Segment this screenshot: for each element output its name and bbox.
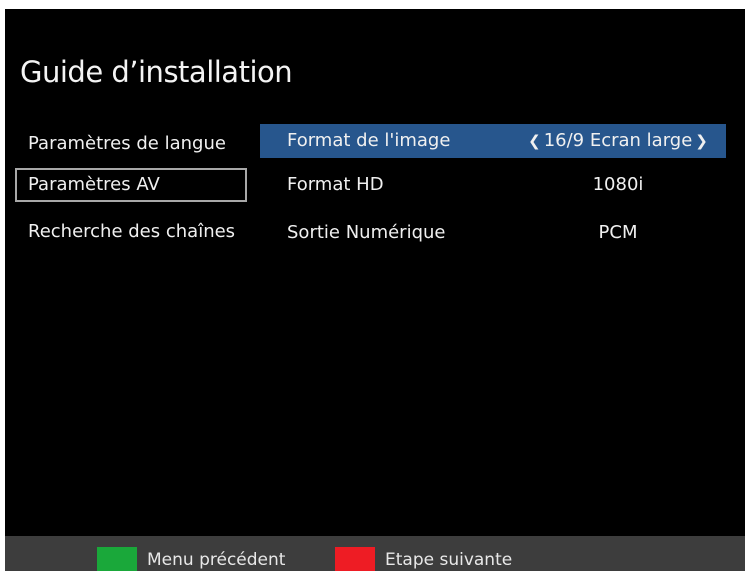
menu-item-language-settings[interactable]: Paramètres de langue: [15, 128, 247, 162]
previous-menu-hint[interactable]: Menu précédent: [147, 549, 285, 571]
next-step-hint[interactable]: Etape suivante: [385, 549, 512, 571]
setting-value-selector[interactable]: ❮ 16/9 Ecran large ❯: [510, 124, 726, 158]
tv-screen: Guide d’installation Paramètres de langu…: [5, 9, 745, 571]
red-key-icon: [335, 547, 375, 571]
setting-row-hd-format[interactable]: Format HD 1080i: [260, 168, 726, 202]
menu-item-label: Paramètres AV: [28, 174, 160, 195]
setting-value: 16/9 Ecran large: [543, 130, 693, 151]
menu-item-label: Recherche des chaînes: [28, 221, 236, 242]
menu-item-av-settings[interactable]: Paramètres AV: [15, 168, 247, 202]
green-key-icon: [97, 547, 137, 571]
setting-value: PCM: [598, 222, 638, 243]
setting-row-aspect-ratio[interactable]: Format de l'image ❮ 16/9 Ecran large ❯: [260, 124, 726, 158]
setting-value: 1080i: [592, 174, 644, 195]
setting-label: Format de l'image: [287, 130, 451, 151]
page-title: Guide d’installation: [20, 55, 293, 89]
setting-row-digital-output[interactable]: Sortie Numérique PCM: [260, 216, 726, 250]
setting-label: Format HD: [287, 174, 384, 195]
menu-item-channel-search[interactable]: Recherche des chaînes: [15, 216, 247, 250]
chevron-right-icon[interactable]: ❯: [692, 124, 711, 158]
setting-label: Sortie Numérique: [287, 222, 446, 243]
menu-item-label: Paramètres de langue: [28, 133, 226, 154]
footer-key-hints: Menu précédent Etape suivante: [5, 536, 745, 571]
chevron-left-icon[interactable]: ❮: [525, 124, 544, 158]
